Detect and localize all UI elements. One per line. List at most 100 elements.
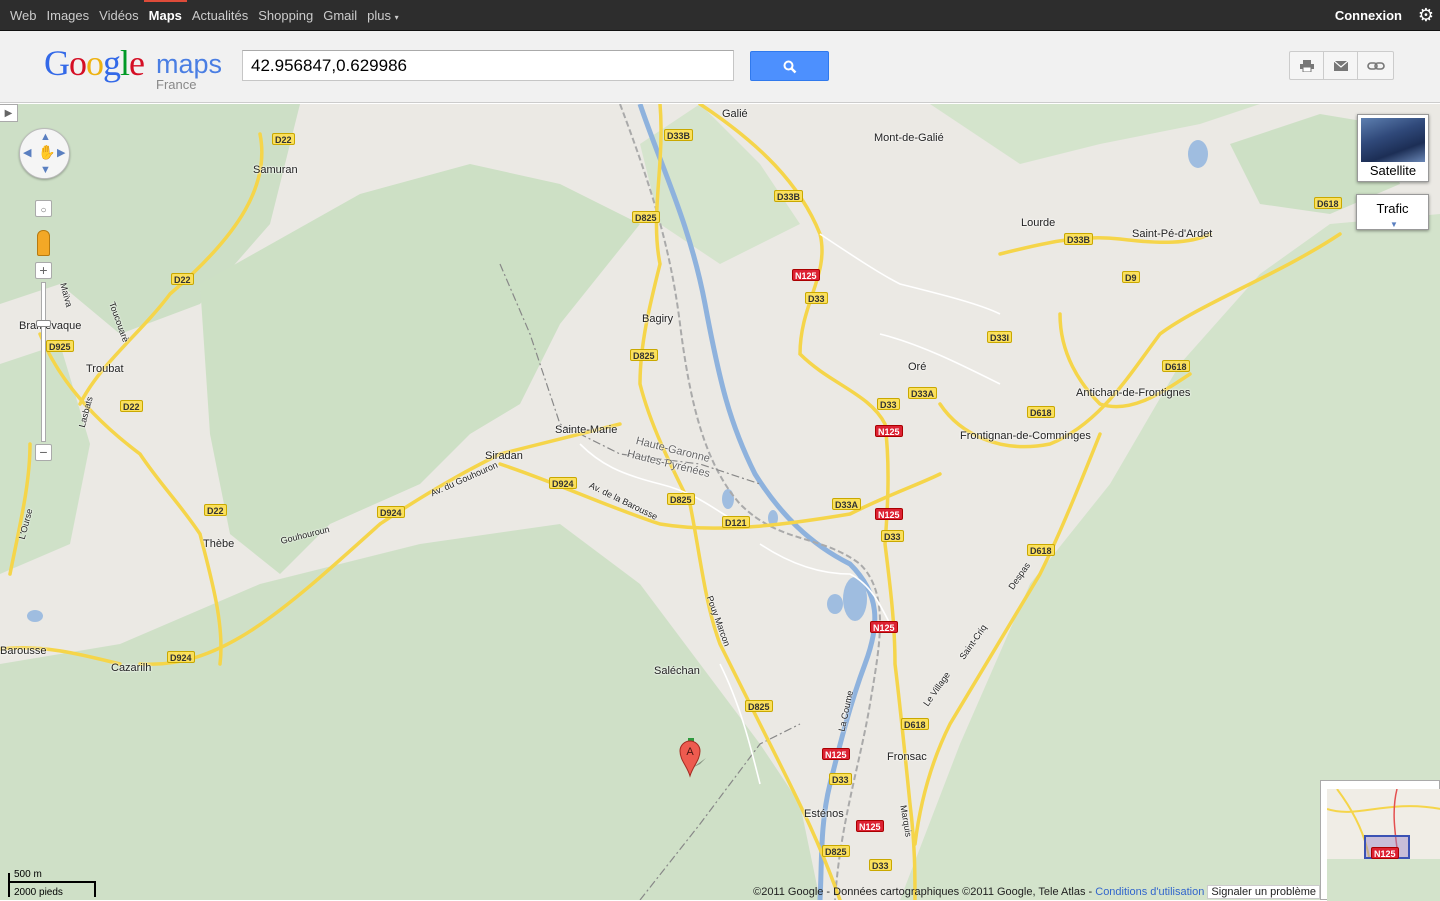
google-bar: Web Images Vidéos Maps Actualités Shoppi… [0,0,1440,31]
road-d33: D33 [877,398,900,410]
search-button[interactable] [750,51,829,81]
scale-bar: 500 m 2000 pieds [8,868,98,898]
scale-metric: 500 m [14,869,42,880]
traffic-label: Trafic [1376,201,1409,216]
place-cazarilh: Cazarilh [111,662,152,674]
google-maps-logo[interactable]: Google maps France [44,43,234,92]
road-n125: N125 [875,508,903,520]
scale-tick-left [8,873,10,897]
road-d33: D33 [829,773,852,785]
search-input[interactable] [242,50,734,81]
satellite-label: Satellite [1369,163,1417,178]
road-d825: D825 [630,349,658,361]
place-mont-de-galie: Mont-de-Galié [874,132,944,144]
map-tools [1289,51,1394,80]
road-d825: D825 [667,493,695,505]
place-troubat: Troubat [86,363,124,375]
place-frontignan: Frontignan-de-Comminges [960,430,1091,442]
logo-region: France [156,77,197,92]
pan-down-icon[interactable]: ▼ [40,165,51,176]
place-estenos: Esténos [804,808,844,820]
place-fronsac: Fronsac [887,751,927,763]
location-marker[interactable]: A [678,738,706,778]
overview-map[interactable]: N125 [1320,780,1440,901]
road-d33: D33 [881,530,904,542]
marker-pin-icon: A [679,738,706,778]
place-sainte-marie: Sainte-Marie [555,424,618,436]
pan-control[interactable]: ▲ ▼ ◀ ▶ ✋ [19,128,70,179]
road-d924: D924 [377,506,405,518]
pan-left-icon[interactable]: ◀ [23,148,31,159]
road-d9: D9 [1122,271,1140,283]
scale-tick-right [94,881,96,897]
signin-link[interactable]: Connexion [1335,8,1412,23]
road-d22: D22 [171,273,194,285]
nav-videos[interactable]: Vidéos [94,0,144,31]
road-d33: D33 [869,859,892,871]
collapse-panel-button[interactable]: ▶ [0,104,18,122]
road-d825: D825 [822,845,850,857]
road-d33b: D33B [774,190,804,202]
map-footer: ©2011 Google - Données cartographiques ©… [753,885,1320,899]
pan-up-icon[interactable]: ▲ [40,132,51,143]
road-d33b: D33B [664,129,694,141]
satellite-toggle[interactable]: Satellite [1357,114,1429,182]
scale-line [8,881,96,883]
link-button[interactable] [1357,51,1394,80]
zoom-slider-handle[interactable] [36,320,51,327]
email-icon [1333,60,1348,71]
place-siradan: Siradan [485,450,523,462]
road-d33: D33 [805,292,828,304]
pan-right-icon[interactable]: ▶ [57,148,65,159]
road-d33b: D33B [1064,233,1094,245]
nav-images[interactable]: Images [42,0,95,31]
logo-google-text: Google [44,43,145,83]
nav-gmail[interactable]: Gmail [318,0,362,31]
road-d33a: D33A [832,498,862,510]
terms-link[interactable]: Conditions d'utilisation [1095,886,1204,898]
nav-shopping[interactable]: Shopping [253,0,318,31]
marker-label: A [686,746,694,758]
road-d924: D924 [167,651,195,663]
road-d33a: D33A [908,387,938,399]
road-n125: N125 [792,269,820,281]
circle-icon: ○ [40,205,47,216]
place-thebe: Thèbe [203,538,235,550]
report-problem-link[interactable]: Signaler un problème [1207,885,1320,899]
nav-more-label: plus [367,8,392,23]
email-button[interactable] [1323,51,1358,80]
reset-view-button[interactable]: ○ [35,200,52,217]
road-d22: D22 [204,504,227,516]
traffic-toggle[interactable]: Trafic ▼ [1356,194,1429,230]
zoom-slider-track[interactable] [41,282,46,442]
place-galie: Galié [722,108,748,120]
hand-icon: ✋ [38,144,56,160]
gear-icon[interactable]: ⚙ [1412,0,1440,31]
print-button[interactable] [1289,51,1324,80]
scale-imperial: 2000 pieds [14,887,63,898]
top-nav: Web Images Vidéos Maps Actualités Shoppi… [0,0,404,31]
copyright-text: ©2011 Google - Données cartographiques ©… [753,886,1093,898]
zoom-control: ○ + − [34,200,53,465]
map-canvas[interactable]: Galié Mont-de-Galié Samuran Lourde Saint… [0,104,1440,900]
road-n125: N125 [875,425,903,437]
chevron-down-icon: ▾ [394,13,399,22]
satellite-thumbnail [1361,118,1425,162]
zoom-in-button[interactable]: + [35,262,52,279]
place-saint-pe-dardet: Saint-Pé-d'Ardet [1132,228,1213,240]
nav-maps[interactable]: Maps [143,0,188,31]
map-base [0,104,1440,900]
road-d618: D618 [1027,544,1055,556]
place-lourde: Lourde [1021,217,1056,229]
nav-web[interactable]: Web [0,0,42,31]
road-d121: D121 [722,516,750,528]
top-right: Connexion ⚙ [1335,0,1440,31]
road-d22: D22 [272,133,295,145]
street-view-pegman-icon[interactable] [37,230,50,256]
nav-more[interactable]: plus ▾ [362,0,404,31]
place-antichan: Antichan-de-Frontignes [1076,387,1191,399]
road-d825: D825 [745,700,773,712]
zoom-out-button[interactable]: − [35,444,52,461]
nav-actualites[interactable]: Actualités [187,0,253,31]
road-d33i: D33I [987,331,1013,343]
